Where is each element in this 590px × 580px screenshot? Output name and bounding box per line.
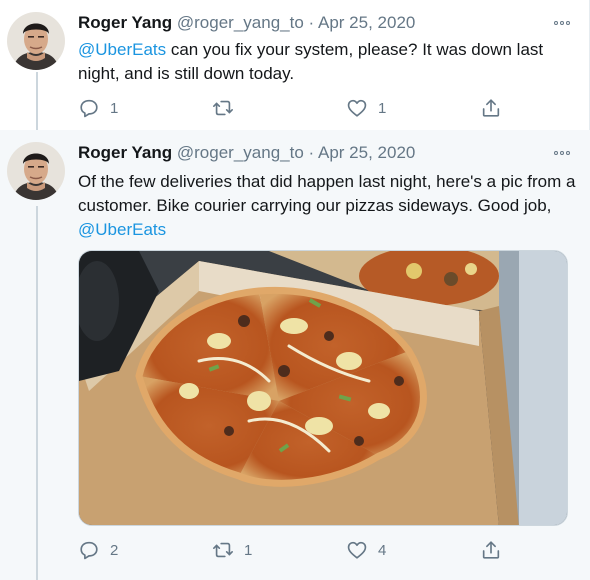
tweet-2[interactable]: Roger Yang @roger_yang_to · Apr 25, 2020… [0, 130, 590, 580]
tweet-header: Roger Yang @roger_yang_to · Apr 25, 2020 [78, 142, 576, 164]
like-count: 1 [378, 99, 387, 117]
tweet-header: Roger Yang @roger_yang_to · Apr 25, 2020 [78, 12, 576, 34]
retweet-count: 1 [244, 541, 253, 559]
more-dots-icon[interactable] [550, 12, 574, 34]
tweet-text: Of the few deliveries that did happen la… [78, 170, 576, 242]
tweet-text-main: Of the few deliveries that did happen la… [78, 172, 576, 215]
author-name[interactable]: Roger Yang [78, 143, 172, 162]
thread-connector [36, 72, 38, 130]
more-dots-icon[interactable] [550, 142, 574, 164]
share-button[interactable] [480, 96, 502, 120]
tweet-thread: Roger Yang @roger_yang_to · Apr 25, 2020… [0, 0, 590, 580]
like-button[interactable]: 4 [346, 538, 386, 562]
avatar[interactable] [7, 142, 65, 200]
retweet-button[interactable] [212, 96, 244, 120]
reply-count: 2 [110, 541, 119, 559]
pizza-box-image [79, 251, 567, 525]
thread-connector [36, 206, 38, 580]
tweet-text: @UberEats can you fix your system, pleas… [78, 38, 576, 86]
like-count: 4 [378, 541, 387, 559]
speech-bubble-icon [80, 541, 98, 560]
reply-button[interactable]: 1 [78, 96, 118, 120]
author-handle[interactable]: @roger_yang_to [177, 13, 304, 32]
retweet-arrows-icon [213, 100, 233, 116]
separator: · [308, 13, 315, 32]
share-upload-icon [482, 99, 500, 117]
retweet-button[interactable]: 1 [212, 538, 252, 562]
share-upload-icon [482, 541, 500, 559]
timestamp[interactable]: Apr 25, 2020 [318, 143, 415, 162]
timestamp[interactable]: Apr 25, 2020 [318, 13, 415, 32]
retweet-arrows-icon [213, 542, 233, 558]
reply-button[interactable]: 2 [78, 538, 118, 562]
heart-icon [347, 99, 367, 117]
mention-link[interactable]: @UberEats [78, 220, 166, 239]
like-button[interactable]: 1 [346, 96, 386, 120]
mention-link[interactable]: @UberEats [78, 40, 166, 59]
author-handle[interactable]: @roger_yang_to [177, 143, 304, 162]
action-bar: 1 1 [78, 96, 514, 120]
tweet-photo[interactable] [78, 250, 568, 526]
reply-count: 1 [110, 99, 119, 117]
action-bar: 2 1 4 [78, 538, 514, 562]
share-button[interactable] [480, 538, 502, 562]
avatar[interactable] [7, 12, 65, 70]
speech-bubble-icon [80, 99, 98, 118]
author-name[interactable]: Roger Yang [78, 13, 172, 32]
separator: · [308, 143, 315, 162]
heart-icon [347, 541, 367, 559]
tweet-1[interactable]: Roger Yang @roger_yang_to · Apr 25, 2020… [0, 0, 590, 130]
